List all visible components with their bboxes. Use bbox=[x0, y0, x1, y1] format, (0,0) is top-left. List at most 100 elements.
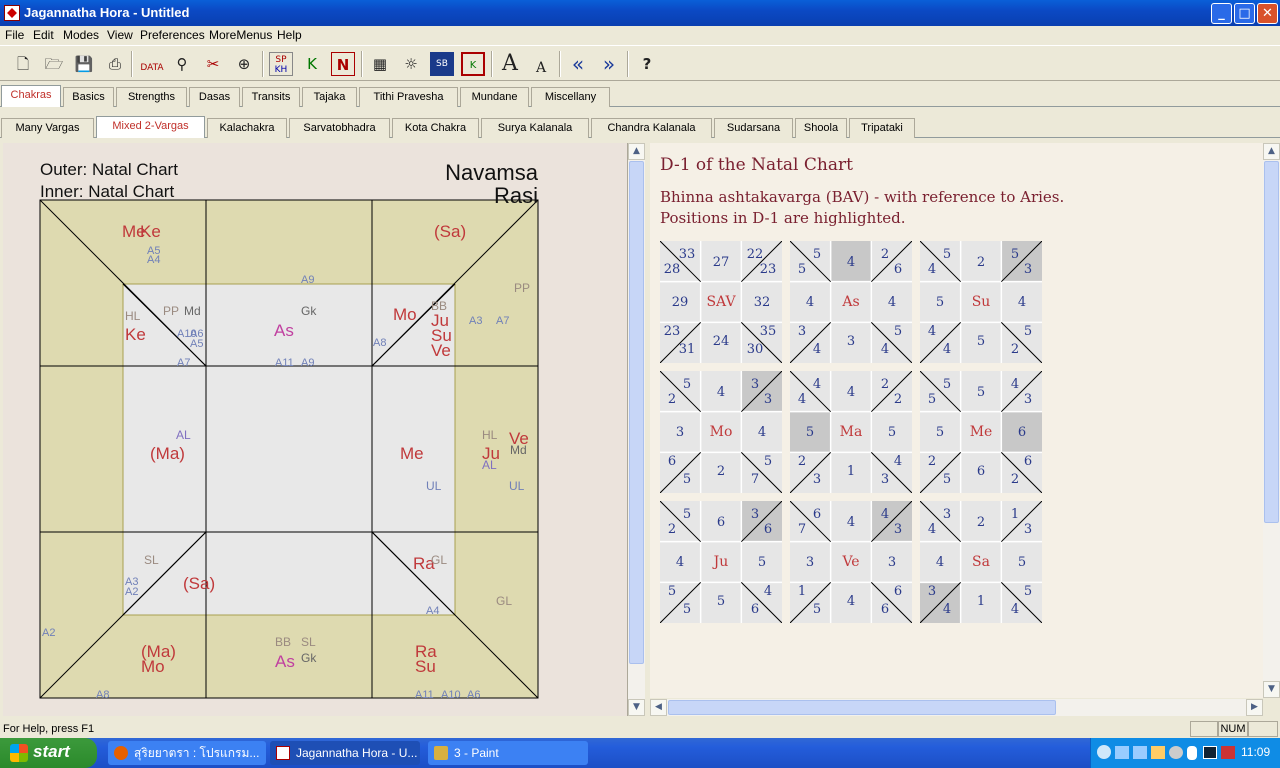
network-icon[interactable] bbox=[1115, 746, 1129, 759]
scroll-up-arrow-icon[interactable]: ▲ bbox=[1263, 143, 1280, 160]
data-icon[interactable]: DATA bbox=[138, 52, 166, 76]
chart-placement-label: PP bbox=[163, 304, 179, 318]
previous-icon[interactable]: « bbox=[566, 52, 590, 76]
menu-help[interactable]: Help bbox=[277, 28, 302, 42]
tab-many-vargas[interactable]: Many Vargas bbox=[1, 118, 94, 138]
k-icon[interactable]: K bbox=[461, 52, 485, 76]
tab-basics[interactable]: Basics bbox=[63, 87, 114, 107]
inner-varga-label: Rasi bbox=[494, 183, 538, 208]
scroll-thumb[interactable] bbox=[668, 700, 1056, 715]
new-icon[interactable]: 🗋 bbox=[11, 52, 35, 76]
chart-placement-label: Gk bbox=[301, 651, 317, 665]
taskbar-item-jhora[interactable]: Jagannatha Hora - U... bbox=[270, 741, 420, 765]
security-icon[interactable] bbox=[1151, 746, 1165, 759]
scroll-left-arrow-icon[interactable]: ◀ bbox=[650, 699, 667, 716]
tab-tripataki[interactable]: Tripataki bbox=[849, 118, 915, 138]
bluetooth-icon[interactable] bbox=[1187, 746, 1197, 760]
tab-strengths[interactable]: Strengths bbox=[116, 87, 187, 107]
menu-file[interactable]: File bbox=[5, 28, 24, 42]
menu-edit[interactable]: Edit bbox=[33, 28, 54, 42]
tab-chandra-kalanala[interactable]: Chandra Kalanala bbox=[591, 118, 712, 138]
tab-sudarsana[interactable]: Sudarsana bbox=[714, 118, 793, 138]
n-icon[interactable]: N bbox=[331, 52, 355, 76]
menu-view[interactable]: View bbox=[107, 28, 133, 42]
bav-value: 2 bbox=[1011, 342, 1019, 357]
outer-varga-label: Navamsa bbox=[445, 160, 539, 185]
scroll-up-arrow-icon[interactable]: ▲ bbox=[628, 143, 645, 160]
chart-vertical-scrollbar[interactable]: ▲ ▼ bbox=[628, 143, 645, 716]
scroll-thumb[interactable] bbox=[629, 161, 644, 664]
sb-icon[interactable]: SB bbox=[430, 52, 454, 76]
tab-dasas[interactable]: Dasas bbox=[189, 87, 240, 107]
m-app-icon[interactable] bbox=[1221, 746, 1235, 759]
bav-value: 6 bbox=[813, 507, 821, 522]
chart-placement-label: (Ma) bbox=[150, 444, 185, 463]
chart-remove-icon[interactable]: ✂ bbox=[201, 52, 225, 76]
bav-vertical-scrollbar[interactable]: ▲ ▼ bbox=[1263, 143, 1280, 698]
jhora-icon bbox=[276, 746, 290, 760]
tab-shoola[interactable]: Shoola bbox=[795, 118, 847, 138]
bav-diagonal bbox=[789, 581, 832, 624]
chart-placement-label: Md bbox=[184, 304, 201, 318]
network-icon[interactable] bbox=[1133, 746, 1147, 759]
bav-horizontal-scrollbar[interactable]: ◀ ▶ bbox=[650, 699, 1263, 716]
bav-value: 5 bbox=[806, 425, 814, 440]
save-icon[interactable]: 💾 bbox=[72, 52, 96, 76]
app-icon[interactable] bbox=[4, 5, 20, 21]
tab-chakras[interactable]: Chakras bbox=[1, 85, 61, 107]
chart-placement-label: Ke bbox=[125, 325, 146, 344]
font-larger-icon[interactable]: A bbox=[498, 52, 522, 76]
monitor-icon[interactable] bbox=[1203, 746, 1217, 759]
next-icon[interactable]: » bbox=[597, 52, 621, 76]
menu-moremenus[interactable]: MoreMenus bbox=[209, 28, 272, 42]
font-smaller-icon[interactable]: A bbox=[529, 52, 553, 76]
north-indian-chart[interactable]: Outer: Natal Chart Inner: Natal Chart Nava… bbox=[3, 143, 628, 716]
bav-value: 7 bbox=[751, 472, 759, 487]
bav-value: 4 bbox=[798, 392, 806, 407]
close-button[interactable]: ✕ bbox=[1257, 3, 1278, 24]
start-button[interactable]: start bbox=[0, 738, 97, 768]
tab-surya-kalanala[interactable]: Surya Kalanala bbox=[481, 118, 589, 138]
tab-transits[interactable]: Transits bbox=[242, 87, 300, 107]
bav-center-label: Ve bbox=[841, 554, 859, 570]
tab-tithi-pravesha[interactable]: Tithi Pravesha bbox=[359, 87, 458, 107]
bav-value: 5 bbox=[668, 584, 676, 599]
taskbar-item-browser[interactable]: สุริยยาตรา : โปรแกรม... bbox=[108, 741, 266, 765]
bav-diagonal bbox=[1000, 370, 1043, 413]
scroll-right-arrow-icon[interactable]: ▶ bbox=[1246, 699, 1263, 716]
bav-diagonal bbox=[1000, 581, 1043, 624]
help-label: ? bbox=[642, 55, 652, 73]
minimize-button[interactable]: _ bbox=[1211, 3, 1232, 24]
scroll-thumb[interactable] bbox=[1264, 161, 1279, 523]
menu-preferences[interactable]: Preferences bbox=[140, 28, 205, 42]
scroll-down-arrow-icon[interactable]: ▼ bbox=[628, 699, 645, 716]
tab-sarvatobhadra[interactable]: Sarvatobhadra bbox=[289, 118, 390, 138]
sun-icon[interactable]: ☼ bbox=[399, 52, 423, 76]
tab-kota-chakra[interactable]: Kota Chakra bbox=[392, 118, 479, 138]
tab-miscellany[interactable]: Miscellany bbox=[531, 87, 610, 107]
bav-value: 5 bbox=[1024, 584, 1032, 599]
sp-kh-icon[interactable]: SP KH bbox=[269, 52, 293, 76]
num-lock-indicator: NUM bbox=[1218, 721, 1248, 737]
menu-modes[interactable]: Modes bbox=[63, 28, 99, 42]
tab-kalachakra[interactable]: Kalachakra bbox=[207, 118, 287, 138]
bav-diagonal bbox=[919, 451, 962, 494]
help-icon[interactable]: ? bbox=[635, 52, 659, 76]
arrow-k-icon[interactable]: K bbox=[300, 52, 324, 76]
open-icon[interactable]: 🗁 bbox=[42, 52, 66, 76]
maximize-button[interactable]: □ bbox=[1234, 3, 1255, 24]
tab-tajaka[interactable]: Tajaka bbox=[302, 87, 357, 107]
bav-value: 3 bbox=[888, 555, 896, 570]
taskbar-item-paint[interactable]: 3 - Paint bbox=[428, 741, 588, 765]
grid-icon[interactable]: ▦ bbox=[368, 52, 392, 76]
tray-expand-icon[interactable] bbox=[1097, 745, 1111, 759]
compass-icon[interactable]: ⊕ bbox=[232, 52, 256, 76]
scroll-down-arrow-icon[interactable]: ▼ bbox=[1263, 681, 1280, 698]
tab-mundane[interactable]: Mundane bbox=[460, 87, 529, 107]
update-icon[interactable] bbox=[1169, 746, 1183, 759]
tab-mixed-2-vargas[interactable]: Mixed 2-Vargas bbox=[96, 116, 205, 138]
bav-value: 6 bbox=[894, 262, 902, 277]
transit-icon[interactable]: ⚲ bbox=[170, 52, 194, 76]
print-icon[interactable]: ⎙ bbox=[103, 52, 127, 76]
bav-table-lines: 54 2535 Su 444552 bbox=[919, 240, 1043, 364]
